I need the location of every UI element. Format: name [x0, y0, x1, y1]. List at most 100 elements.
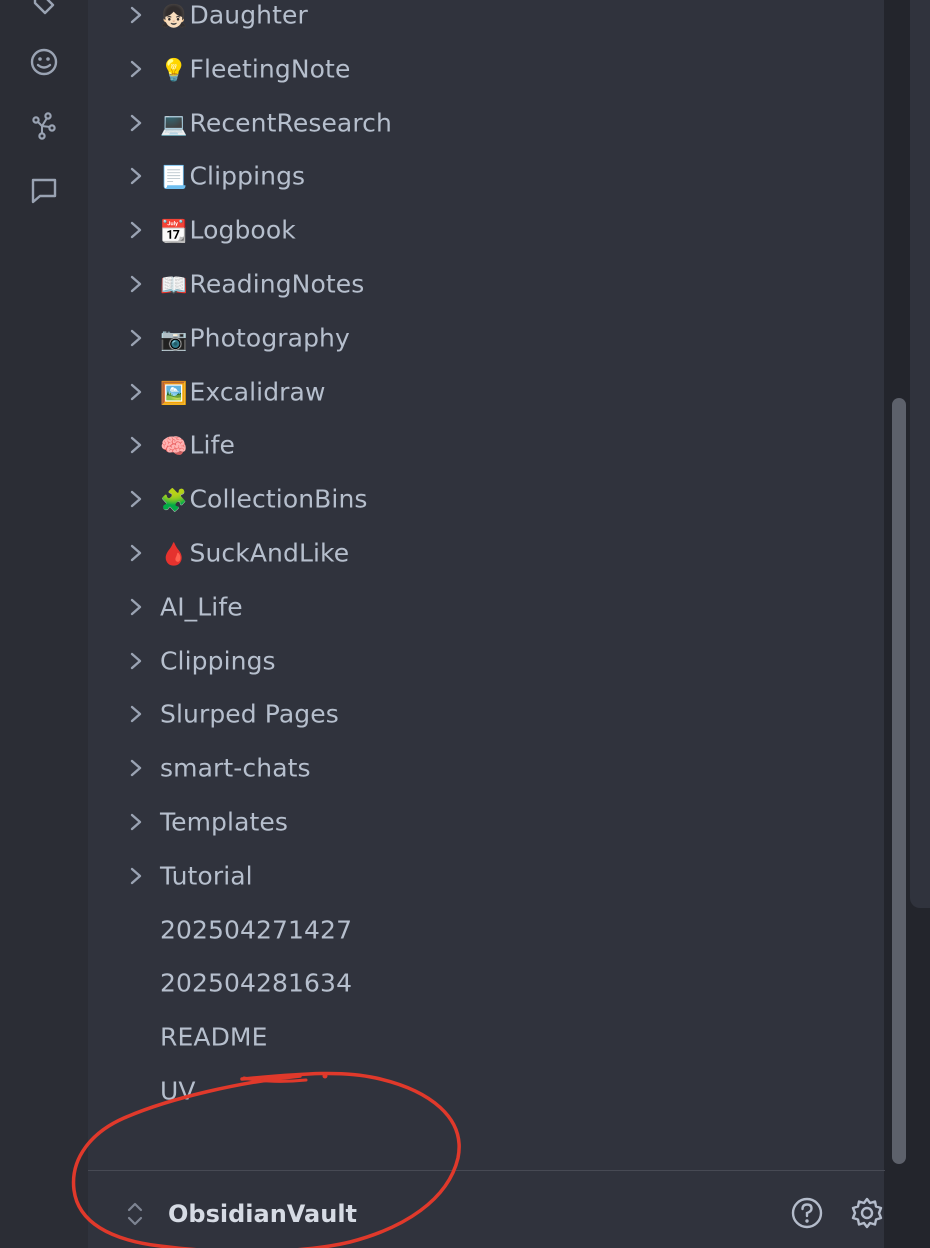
tree-item-text: SuckAndLike	[189, 538, 350, 568]
tree-item-text: Clippings	[189, 161, 306, 191]
folder-item[interactable]: 📷Photography	[88, 311, 878, 365]
folder-item[interactable]: 👧🏻Daughter	[88, 0, 878, 42]
tree-item-label: Slurped Pages	[160, 700, 339, 729]
tree-item-label: AI_Life	[160, 592, 243, 621]
tree-item-label: Tutorial	[160, 861, 253, 890]
adjacent-pane-edge	[910, 0, 930, 908]
folder-emoji: 📆	[160, 219, 188, 245]
folder-item[interactable]: 📖ReadingNotes	[88, 257, 878, 311]
folder-item[interactable]: smart-chats	[88, 741, 878, 795]
tree-item-text: RecentResearch	[189, 108, 392, 138]
folder-emoji: 🧩	[160, 488, 188, 514]
tree-item-text: Logbook	[189, 215, 296, 245]
tree-item-text: CollectionBins	[189, 484, 368, 514]
folder-item[interactable]: 📆Logbook	[88, 203, 878, 257]
tree-item-label: 📃Clippings	[160, 162, 305, 191]
tree-item-text: Tutorial	[160, 861, 253, 891]
folder-emoji: 💻	[160, 112, 188, 138]
chevron-right-icon[interactable]	[126, 758, 146, 778]
tree-item-label: Clippings	[160, 646, 276, 675]
folder-emoji: 🩸	[160, 542, 188, 568]
tags-icon[interactable]	[26, 0, 62, 22]
chevron-right-icon[interactable]	[126, 5, 146, 25]
chevron-right-icon[interactable]	[126, 435, 146, 455]
file-item[interactable]: 202504271427	[88, 903, 878, 957]
tree-item-label: 🧩CollectionBins	[160, 485, 368, 514]
tree-item-text: Daughter	[189, 0, 308, 30]
folder-item[interactable]: Slurped Pages	[88, 687, 878, 741]
tree-item-text: Slurped Pages	[160, 699, 339, 729]
tree-item-label: UV	[160, 1077, 196, 1106]
tree-item-text: Life	[189, 430, 235, 460]
chevron-right-icon[interactable]	[126, 651, 146, 671]
tree-item-text: 202504281634	[160, 968, 353, 998]
file-explorer-panel: 👧🏻Daughter 💡FleetingNote 💻RecentResearch 📃C…	[88, 0, 885, 1248]
folder-emoji: 📷	[160, 327, 188, 353]
tree-item-text: Excalidraw	[189, 377, 326, 407]
tree-item-label: 🧠Life	[160, 431, 235, 460]
chevron-up-down-icon	[124, 1198, 146, 1230]
tree-item-text: Clippings	[160, 646, 276, 676]
smiley-icon[interactable]	[26, 44, 62, 80]
folder-emoji: 👧🏻	[160, 4, 188, 30]
chevron-right-icon[interactable]	[126, 113, 146, 133]
chevron-right-icon[interactable]	[126, 274, 146, 294]
tree-item-text: FleetingNote	[189, 54, 351, 84]
tree-item-label: 💡FleetingNote	[160, 54, 350, 83]
tree-item-label: smart-chats	[160, 754, 311, 783]
tree-item-text: Templates	[160, 807, 288, 837]
chevron-right-icon[interactable]	[126, 866, 146, 886]
chevron-right-icon[interactable]	[126, 382, 146, 402]
folder-item[interactable]: 📃Clippings	[88, 149, 878, 203]
chevron-right-icon[interactable]	[126, 704, 146, 724]
chevron-right-icon[interactable]	[126, 328, 146, 348]
tree-item-label: 🖼️Excalidraw	[160, 377, 326, 406]
left-ribbon	[0, 0, 88, 1248]
tree-item-label: 📆Logbook	[160, 216, 296, 245]
tree-item-text: 202504271427	[160, 915, 353, 945]
folder-item[interactable]: Templates	[88, 795, 878, 849]
folder-item[interactable]: 🩸SuckAndLike	[88, 526, 878, 580]
folder-item[interactable]: Tutorial	[88, 849, 878, 903]
help-icon[interactable]	[790, 1196, 824, 1230]
vault-switcher[interactable]: ObsidianVault	[118, 1192, 418, 1236]
folder-emoji: 🖼️	[160, 381, 188, 407]
file-item[interactable]: README	[88, 1010, 878, 1064]
tree-item-label: 💻RecentResearch	[160, 108, 392, 137]
tree-item-label: README	[160, 1023, 268, 1052]
chevron-right-icon[interactable]	[126, 220, 146, 240]
folder-item[interactable]: 🖼️Excalidraw	[88, 365, 878, 419]
chat-icon[interactable]	[26, 172, 62, 208]
tree-item-label: 📖ReadingNotes	[160, 270, 364, 299]
folder-item[interactable]: AI_Life	[88, 580, 878, 634]
file-item[interactable]: 202504281634	[88, 956, 878, 1010]
tree-item-label: Templates	[160, 808, 288, 837]
chevron-right-icon[interactable]	[126, 597, 146, 617]
folder-emoji: 📖	[160, 273, 188, 299]
tree-item-label: 👧🏻Daughter	[160, 1, 308, 30]
settings-gear-icon[interactable]	[850, 1196, 884, 1230]
chevron-right-icon[interactable]	[126, 543, 146, 563]
tree-item-text: smart-chats	[160, 753, 311, 783]
folder-emoji: 📃	[160, 165, 188, 191]
folder-emoji: 💡	[160, 58, 188, 84]
graph-icon[interactable]	[26, 108, 62, 144]
tree-item-text: AI_Life	[160, 592, 243, 622]
tree-item-label: 🩸SuckAndLike	[160, 539, 349, 568]
folder-item[interactable]: 🧠Life	[88, 418, 878, 472]
tree-item-text: ReadingNotes	[189, 269, 365, 299]
folder-item[interactable]: 🧩CollectionBins	[88, 472, 878, 526]
chevron-right-icon[interactable]	[126, 166, 146, 186]
folder-item[interactable]: Clippings	[88, 634, 878, 688]
chevron-right-icon[interactable]	[126, 59, 146, 79]
file-item[interactable]: UV	[88, 1064, 878, 1118]
tree-item-label: 202504281634	[160, 969, 352, 998]
chevron-right-icon[interactable]	[126, 489, 146, 509]
folder-emoji: 🧠	[160, 434, 188, 460]
footer-divider	[88, 1170, 885, 1171]
tree-item-label: 📷Photography	[160, 323, 350, 352]
chevron-right-icon[interactable]	[126, 812, 146, 832]
scrollbar-thumb[interactable]	[892, 398, 906, 1164]
folder-item[interactable]: 💡FleetingNote	[88, 42, 878, 96]
folder-item[interactable]: 💻RecentResearch	[88, 96, 878, 150]
